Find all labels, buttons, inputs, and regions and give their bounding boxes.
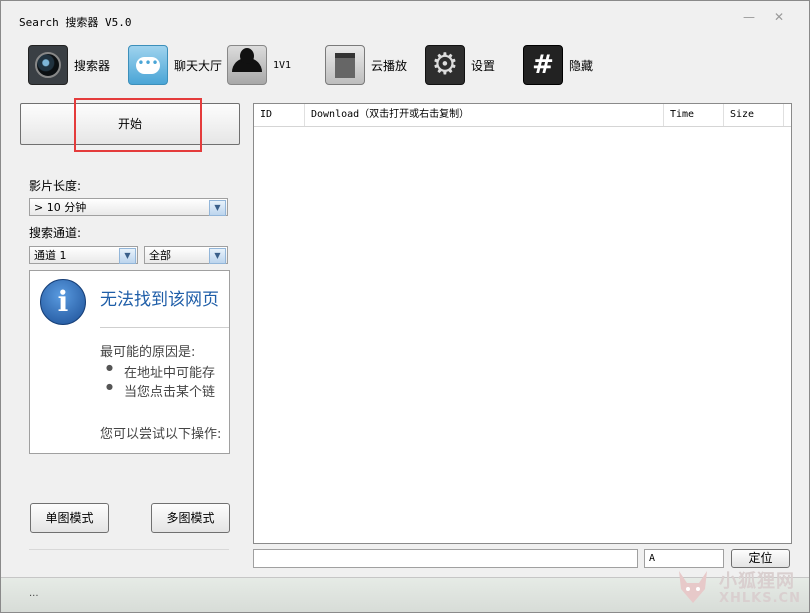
toolbar-cloud-play-label: 云播放: [371, 58, 408, 73]
close-button[interactable]: ✕: [769, 9, 789, 25]
status-text: ...: [29, 588, 39, 599]
gear-icon: ⚙: [425, 45, 465, 85]
fox-logo-icon: [679, 571, 707, 603]
error-title: 无法找到该网页: [100, 290, 219, 310]
toolbar-1v1[interactable]: 1V1: [227, 41, 291, 89]
toolbar-chat[interactable]: ••• 聊天大厅: [128, 41, 222, 89]
chevron-down-icon: ▼: [209, 248, 226, 264]
toolbar-hide-label: 隐藏: [569, 58, 594, 73]
toolbar-search[interactable]: 搜索器: [28, 41, 110, 89]
channel-label: 搜索通道:: [29, 226, 82, 240]
single-mode-button[interactable]: 单图模式: [30, 503, 109, 533]
toolbar-settings[interactable]: ⚙ 设置: [425, 41, 495, 89]
info-icon: i: [40, 279, 86, 325]
minimize-button[interactable]: —: [739, 9, 759, 25]
list-header: ID Download（双击打开或右击复制） Time Size: [254, 104, 791, 127]
channel-select-value: 通道 1: [34, 249, 67, 262]
channel-select[interactable]: 通道 1 ▼: [29, 246, 138, 264]
column-header-id[interactable]: ID: [254, 104, 305, 126]
error-footer: 您可以尝试以下操作:: [100, 427, 222, 442]
toolbar-1v1-label: 1V1: [273, 59, 292, 71]
multi-mode-button[interactable]: 多图模式: [151, 503, 230, 533]
hash-icon: #: [523, 45, 563, 85]
duration-select-value: > 10 分钟: [34, 201, 87, 214]
app-window: Search 搜索器 V5.0 — ✕ 搜索器 ••• 聊天大厅 1V1 云播放…: [0, 0, 810, 613]
title-bar: Search 搜索器 V5.0 — ✕: [1, 1, 809, 33]
toolbar-chat-label: 聊天大厅: [174, 58, 223, 73]
watermark: 小狐狸网 XHLKS.CN: [669, 563, 809, 611]
column-header-download[interactable]: Download（双击打开或右击复制）: [305, 104, 664, 126]
cloud-play-icon: [325, 45, 365, 85]
category-select-value: 全部: [149, 249, 171, 262]
preview-browser[interactable]: i 无法找到该网页 最可能的原因是: 在地址中可能存 当您点击某个链 您可以尝试…: [29, 270, 230, 454]
toolbar-cloud-play[interactable]: 云播放: [325, 41, 407, 89]
camera-icon: [28, 45, 68, 85]
watermark-domain: XHLKS.CN: [719, 591, 801, 606]
toolbar: 搜索器 ••• 聊天大厅 1V1 云播放 ⚙ 设置 # 隐藏: [1, 41, 809, 89]
watermark-title: 小狐狸网: [719, 571, 795, 592]
column-header-time[interactable]: Time: [664, 104, 724, 126]
duration-label: 影片长度:: [29, 179, 82, 193]
chevron-down-icon: ▼: [209, 200, 226, 216]
error-reason-item: 在地址中可能存: [106, 362, 215, 381]
start-button[interactable]: 开始: [20, 103, 240, 145]
toolbar-settings-label: 设置: [471, 58, 496, 73]
user-silhouette-icon: [227, 45, 267, 85]
chat-bubble-icon: •••: [128, 45, 168, 85]
toolbar-search-label: 搜索器: [74, 58, 111, 73]
category-select[interactable]: 全部 ▼: [144, 246, 228, 264]
error-reason-heading: 最可能的原因是:: [100, 345, 196, 360]
toolbar-hide[interactable]: # 隐藏: [523, 41, 593, 89]
error-separator: [100, 327, 229, 328]
search-input[interactable]: [253, 549, 638, 568]
download-list[interactable]: ID Download（双击打开或右击复制） Time Size: [253, 103, 792, 544]
left-divider: [29, 549, 229, 550]
column-header-size[interactable]: Size: [724, 104, 784, 126]
chevron-down-icon: ▼: [119, 248, 136, 264]
error-reason-item: 当您点击某个链: [106, 381, 215, 400]
duration-select[interactable]: > 10 分钟 ▼: [29, 198, 228, 216]
window-title: Search 搜索器 V5.0: [19, 16, 132, 29]
